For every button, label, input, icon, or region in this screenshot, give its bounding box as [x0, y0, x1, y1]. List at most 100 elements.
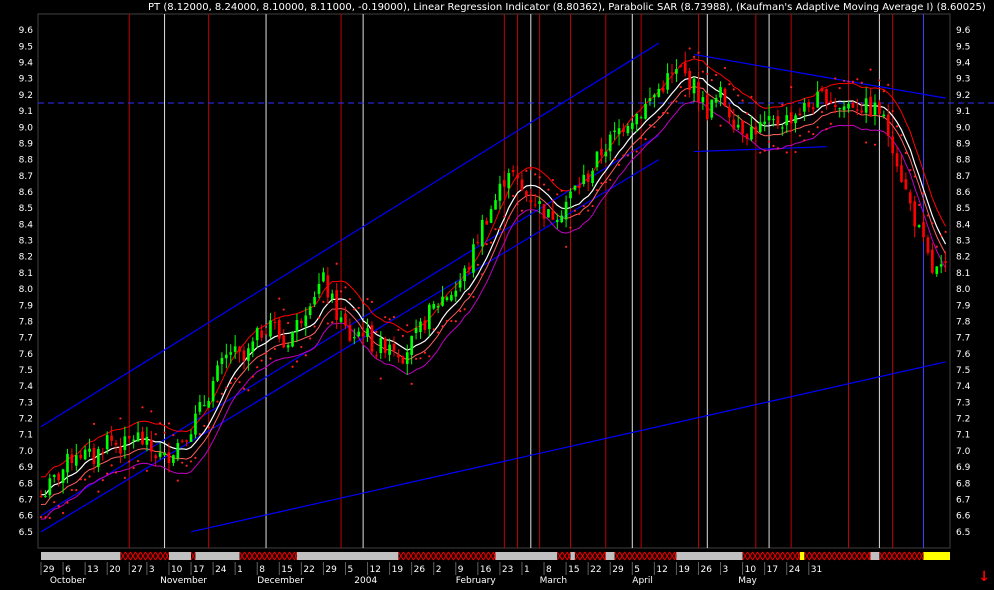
x-month-label-3: 2004 — [354, 576, 377, 586]
x-day-label-8: 24 — [215, 565, 227, 575]
sar-dot-143 — [670, 101, 674, 104]
sar-dot-136 — [640, 136, 643, 140]
y-tick-right-10: 7.5 — [956, 366, 970, 376]
strip-segment-15 — [742, 552, 800, 560]
sar-dot-89 — [432, 328, 435, 331]
candle-body-26 — [154, 455, 158, 459]
candle-body-58 — [295, 320, 299, 332]
sar-dot-176 — [816, 126, 819, 129]
sar-dot-131 — [617, 163, 621, 166]
x-day-label-12: 22 — [303, 565, 314, 575]
candle-body-42 — [225, 354, 228, 359]
candle-body-174 — [807, 101, 811, 108]
candle-body-149 — [697, 81, 700, 103]
candle-body-94 — [454, 290, 458, 297]
sar-dot-74 — [366, 298, 369, 301]
candle-body-183 — [847, 103, 850, 109]
strip-segment-17 — [804, 552, 871, 560]
sar-dot-165 — [767, 140, 771, 143]
candle-body-117 — [555, 220, 559, 222]
y-tick-right-26: 9.1 — [956, 107, 970, 117]
y-tick-left-17: 8.2 — [19, 253, 33, 263]
sar-dot-170 — [790, 86, 793, 89]
sar-dot-87 — [423, 351, 426, 354]
y-tick-left-22: 8.7 — [19, 172, 33, 182]
candle-body-100 — [480, 219, 484, 247]
candle-body-19 — [123, 436, 127, 450]
sar-dot-126 — [595, 189, 599, 192]
sar-dot-161 — [750, 95, 753, 98]
candle-body-128 — [604, 151, 608, 157]
y-tick-left-20: 8.5 — [19, 204, 33, 214]
sar-dot-149 — [697, 51, 700, 54]
candle-body-129 — [608, 134, 612, 152]
candle-body-9 — [79, 454, 83, 459]
candle-body-153 — [714, 97, 718, 103]
y-tick-right-21: 8.6 — [956, 188, 971, 198]
y-tick-left-6: 7.1 — [19, 431, 33, 441]
sar-dot-201 — [926, 214, 930, 217]
sar-dot-42 — [225, 386, 228, 389]
trendline-5 — [694, 146, 827, 153]
y-tick-right-29: 9.4 — [956, 59, 971, 69]
y-tick-right-27: 9.2 — [956, 91, 970, 101]
candle-body-170 — [789, 112, 793, 124]
sar-dot-147 — [688, 47, 691, 50]
candle-body-55 — [282, 335, 286, 348]
sar-dot-84 — [410, 382, 413, 385]
y-tick-right-22: 8.7 — [956, 172, 970, 182]
sar-dot-67 — [335, 262, 338, 265]
sar-dot-117 — [556, 193, 559, 196]
candle-body-137 — [644, 103, 647, 119]
candle-body-83 — [405, 352, 409, 365]
y-tick-left-4: 6.9 — [19, 463, 34, 473]
sar-dot-203 — [935, 245, 938, 248]
sar-dot-140 — [657, 115, 660, 119]
candle-body-30 — [172, 455, 175, 463]
y-tick-right-3: 6.8 — [956, 479, 971, 489]
plot-layer — [37, 13, 994, 549]
x-month-label-4: February — [456, 576, 497, 586]
sar-dot-50 — [260, 359, 263, 362]
sar-dot-151 — [706, 72, 709, 76]
chart-legend: PT (8.12000, 8.24000, 8.10000, 8.11000, … — [148, 2, 986, 13]
candle-body-80 — [392, 343, 396, 351]
sar-dot-189 — [873, 143, 877, 146]
sar-dot-102 — [489, 241, 493, 244]
candle-body-41 — [220, 357, 224, 365]
candle-body-119 — [564, 201, 568, 220]
candle-body-65 — [326, 275, 330, 298]
candle-body-160 — [745, 134, 749, 139]
candle-body-141 — [661, 87, 665, 92]
sar-dot-154 — [719, 124, 722, 127]
candle-body-202 — [931, 249, 934, 273]
candle-body-85 — [414, 328, 418, 333]
sar-dot-13 — [97, 490, 100, 493]
candle-body-126 — [595, 151, 599, 168]
y-tick-left-13: 7.8 — [19, 317, 34, 327]
strip-segment-12 — [605, 552, 615, 560]
x-day-label-6: 10 — [171, 565, 183, 575]
candle-body-64 — [322, 272, 325, 282]
candle-body-181 — [838, 108, 842, 110]
sar-dot-195 — [900, 134, 903, 137]
candle-body-163 — [758, 122, 762, 133]
candle-body-114 — [542, 204, 546, 219]
sar-dot-57 — [291, 365, 294, 368]
x-day-label-0: 29 — [43, 565, 55, 575]
sar-dot-122 — [578, 212, 581, 215]
sar-dot-95 — [459, 309, 462, 313]
sar-dot-200 — [922, 192, 925, 195]
sar-dot-113 — [538, 176, 541, 179]
x-day-label-21: 23 — [502, 565, 513, 575]
sar-dot-29 — [167, 422, 171, 425]
candle-body-73 — [361, 332, 365, 337]
scroll-down-arrow-icon[interactable]: ↓ — [978, 570, 990, 584]
candle-body-97 — [467, 267, 471, 270]
sar-dot-65 — [326, 322, 329, 325]
y-tick-left-15: 8.0 — [19, 285, 34, 295]
x-day-label-4: 27 — [131, 565, 142, 575]
sar-dot-71 — [353, 308, 356, 311]
candle-body-23 — [141, 431, 144, 445]
candle-body-81 — [397, 354, 400, 358]
